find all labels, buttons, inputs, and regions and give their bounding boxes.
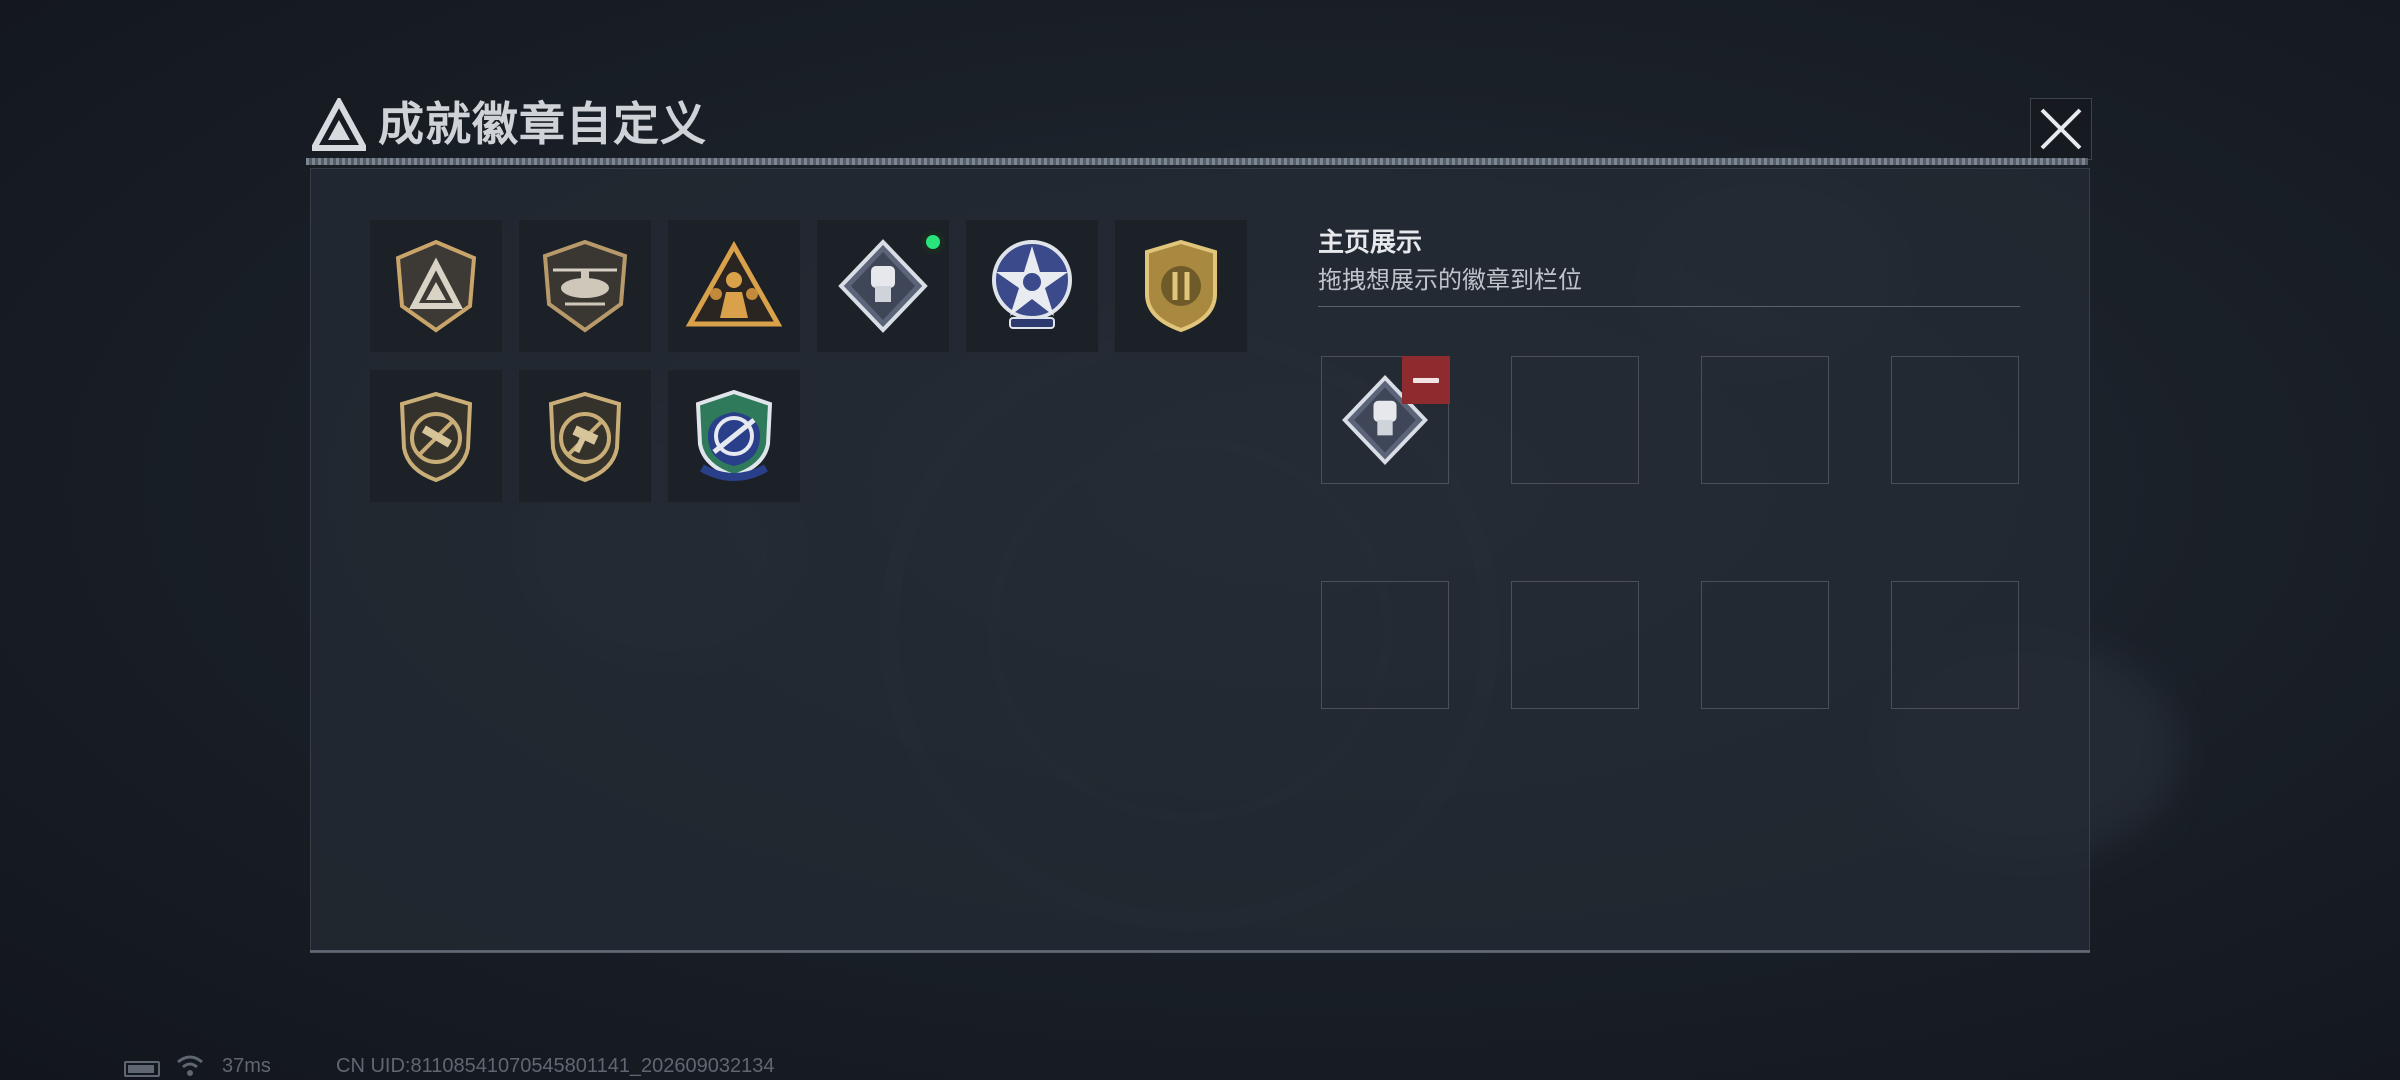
user-uid: CN UID:81108541070545801141_202609032134 bbox=[336, 1055, 775, 1077]
title-bar: 成就徽章自定义 bbox=[306, 92, 2088, 160]
new-indicator-dot bbox=[921, 230, 945, 254]
star-emblem-badge-icon bbox=[992, 240, 1072, 329]
badge-item[interactable] bbox=[518, 219, 652, 353]
badge-item[interactable] bbox=[816, 219, 950, 353]
badge-item[interactable] bbox=[369, 219, 503, 353]
brand-triangle-icon bbox=[312, 98, 366, 151]
remove-badge-button[interactable] bbox=[1402, 356, 1450, 404]
badge-item[interactable] bbox=[369, 369, 503, 503]
fist-diamond-badge-icon bbox=[838, 239, 928, 333]
close-icon bbox=[2040, 108, 2082, 150]
showcase-hint: 拖拽想展示的徽章到栏位 bbox=[1318, 266, 1582, 294]
page-title: 成就徽章自定义 bbox=[378, 97, 707, 151]
showcase-slot[interactable] bbox=[1891, 356, 2019, 484]
badge-item[interactable] bbox=[518, 369, 652, 503]
smg-shield-badge-icon bbox=[548, 391, 622, 483]
rifle-shield-badge-icon bbox=[399, 391, 473, 483]
showcase-slot[interactable] bbox=[1511, 581, 1639, 709]
showcase-slot[interactable] bbox=[1511, 356, 1639, 484]
panel-bottom-border bbox=[310, 950, 2090, 953]
showcase-slot[interactable] bbox=[1701, 581, 1829, 709]
soldiers-triangle-badge-icon bbox=[685, 240, 783, 327]
showcase-slot[interactable] bbox=[1891, 581, 2019, 709]
close-button[interactable] bbox=[2030, 98, 2092, 160]
wifi-icon bbox=[177, 1055, 203, 1076]
badge-item[interactable] bbox=[965, 219, 1099, 353]
badge-item[interactable] bbox=[667, 219, 801, 353]
showcase-title: 主页展示 bbox=[1318, 228, 1423, 258]
title-divider bbox=[306, 158, 2088, 165]
showcase-slot[interactable] bbox=[1321, 581, 1449, 709]
tri-shield-badge-icon bbox=[395, 239, 477, 333]
ping-value: 37ms bbox=[222, 1055, 271, 1077]
badge-item[interactable] bbox=[1114, 219, 1248, 353]
badge-item[interactable] bbox=[667, 369, 801, 503]
rocket-crosshair-badge-icon bbox=[695, 389, 773, 481]
showcase-divider bbox=[1318, 306, 2020, 307]
battery-icon bbox=[124, 1061, 160, 1077]
showcase-slot[interactable] bbox=[1701, 356, 1829, 484]
helicopter-badge-icon bbox=[542, 239, 628, 333]
gold-crest-badge-icon bbox=[1145, 239, 1217, 333]
